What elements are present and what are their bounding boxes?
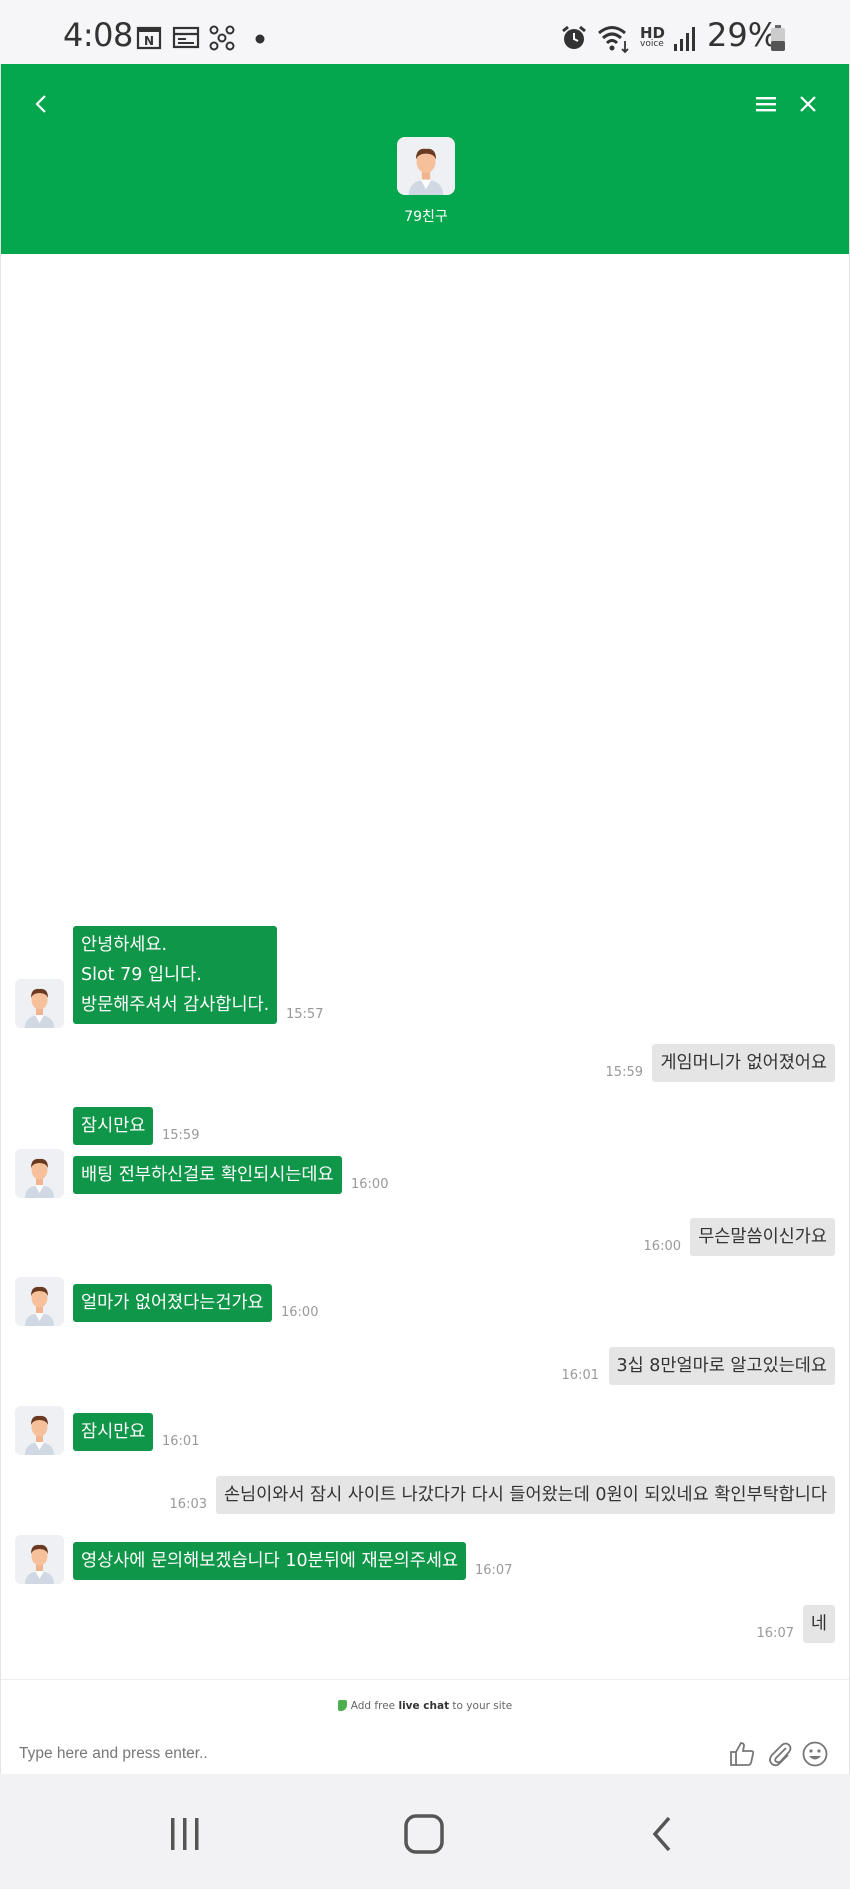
agent-message-bubble: 얼마가 없어졌다는건가요 [73, 1284, 272, 1322]
person-avatar-icon [15, 1535, 64, 1584]
agent-message-bubble: 잠시만요 [73, 1107, 154, 1145]
message-timestamp: 15:59 [162, 1128, 200, 1143]
user-message-bubble: 게임머니가 없어졌어요 [652, 1044, 835, 1082]
message-text: Slot 79 입니다. [81, 965, 202, 985]
paperclip-icon[interactable] [766, 1740, 794, 1768]
wifi-icon [598, 26, 629, 54]
message-text: 손님이와서 잠시 사이트 나갔다가 다시 들어왔는데 0원이 되있네요 확인부탁… [223, 1485, 827, 1505]
message-text: 잠시만요 [81, 1116, 146, 1136]
navigation-bar [0, 1774, 850, 1889]
svg-text:N: N [144, 34, 154, 48]
alarm-icon [562, 25, 586, 49]
powered-by-link[interactable]: Add free live chat to your site [1, 1700, 849, 1712]
person-avatar-icon [15, 1277, 64, 1326]
user-message-bubble: 무슨말씀이신가요 [690, 1218, 835, 1256]
message-list: 안녕하세요. Slot 79 입니다. 방문해주셔서 감사합니다. 15:57 게임머니… [1, 254, 849, 1679]
agent-avatar [15, 1149, 64, 1198]
hd-voice-icon: HD voice [640, 26, 668, 52]
message-timestamp: 16:01 [561, 1368, 599, 1383]
message-text: 방문해주셔서 감사합니다. [81, 995, 270, 1015]
recent-apps-icon [171, 1818, 199, 1850]
user-message-bubble: 손님이와서 잠시 사이트 나갔다가 다시 들어왔는데 0원이 되있네요 확인부탁… [215, 1476, 835, 1514]
menu-button[interactable] [746, 84, 786, 124]
brand-logo-icon [337, 1700, 347, 1711]
agent-avatar [15, 1406, 64, 1455]
message-text: 안녕하세요. [81, 935, 168, 955]
calendar-n-icon: N [136, 26, 162, 50]
chat-header: 79친구 [1, 64, 849, 254]
voice-label: voice [640, 39, 664, 49]
home-button[interactable] [394, 1804, 454, 1864]
calendar-icon [172, 26, 200, 49]
agent-message-bubble: 잠시만요 [73, 1413, 154, 1451]
message-timestamp: 16:07 [475, 1563, 513, 1578]
message-timestamp: 16:01 [162, 1434, 200, 1449]
message-timestamp: 15:59 [605, 1065, 643, 1080]
brand-prefix: Add free [350, 1700, 399, 1712]
brand-bold: live chat [398, 1700, 450, 1712]
user-message-bubble: 3십 8만얼마로 알고있는데요 [608, 1347, 835, 1385]
message-input[interactable] [19, 1745, 699, 1763]
agent-avatar [15, 1277, 64, 1326]
person-avatar-icon [15, 1149, 64, 1198]
person-avatar-icon [15, 1406, 64, 1455]
chevron-left-icon [35, 95, 46, 113]
back-nav-button[interactable] [632, 1804, 692, 1864]
battery-percent: 29% [707, 16, 779, 54]
agent-message-bubble: 영상사에 문의해보겠습니다 10분뒤에 재문의주세요 [73, 1542, 467, 1580]
person-avatar-icon [397, 137, 455, 195]
message-timestamp: 16:00 [643, 1239, 681, 1254]
home-icon [404, 1814, 444, 1854]
close-button[interactable] [788, 84, 828, 124]
agent-avatar [397, 137, 455, 195]
recent-apps-button[interactable] [155, 1804, 215, 1864]
message-text: 게임머니가 없어졌어요 [660, 1053, 827, 1073]
agent-avatar [15, 1535, 64, 1584]
message-timestamp: 16:00 [351, 1177, 389, 1192]
message-timestamp: 16:07 [756, 1626, 794, 1641]
fan-icon [209, 25, 235, 51]
status-bar: 4:08 N HD voice 29% [0, 0, 850, 64]
brand-suffix: to your site [449, 1700, 513, 1712]
back-nav-icon [652, 1816, 671, 1852]
emoji-icon[interactable] [801, 1740, 829, 1768]
message-text: 네 [810, 1614, 827, 1634]
close-icon [800, 96, 816, 112]
signal-icon [674, 27, 695, 51]
agent-avatar [15, 979, 64, 1028]
chat-footer: Add free live chat to your site [1, 1679, 849, 1774]
hamburger-menu-icon [756, 97, 776, 112]
message-timestamp: 16:00 [281, 1305, 319, 1320]
agent-message-bubble: 배팅 전부하신걸로 확인되시는데요 [73, 1156, 342, 1194]
dot-icon [255, 34, 265, 44]
thumbs-up-icon[interactable] [728, 1740, 756, 1768]
battery-icon [771, 25, 785, 51]
agent-message-bubble: 안녕하세요. Slot 79 입니다. 방문해주셔서 감사합니다. [73, 926, 278, 1024]
message-text: 무슨말씀이신가요 [698, 1227, 827, 1247]
message-text: 얼마가 없어졌다는건가요 [81, 1293, 264, 1313]
user-message-bubble: 네 [802, 1605, 835, 1643]
chat-window: 79친구 안녕하세요. Slot 79 입니다. 방문해주셔서 감사합니다. 15:5… [0, 64, 850, 1774]
message-text: 배팅 전부하신걸로 확인되시는데요 [81, 1165, 334, 1185]
message-text: 3십 8만얼마로 알고있는데요 [616, 1356, 828, 1376]
message-text: 잠시만요 [81, 1422, 146, 1442]
message-timestamp: 16:03 [169, 1497, 207, 1512]
message-text: 영상사에 문의해보겠습니다 10분뒤에 재문의주세요 [81, 1551, 459, 1571]
agent-name: 79친구 [404, 209, 448, 225]
back-button[interactable] [21, 84, 61, 124]
status-time: 4:08 [63, 16, 133, 54]
person-avatar-icon [15, 979, 64, 1028]
message-timestamp: 15:57 [286, 1007, 324, 1022]
